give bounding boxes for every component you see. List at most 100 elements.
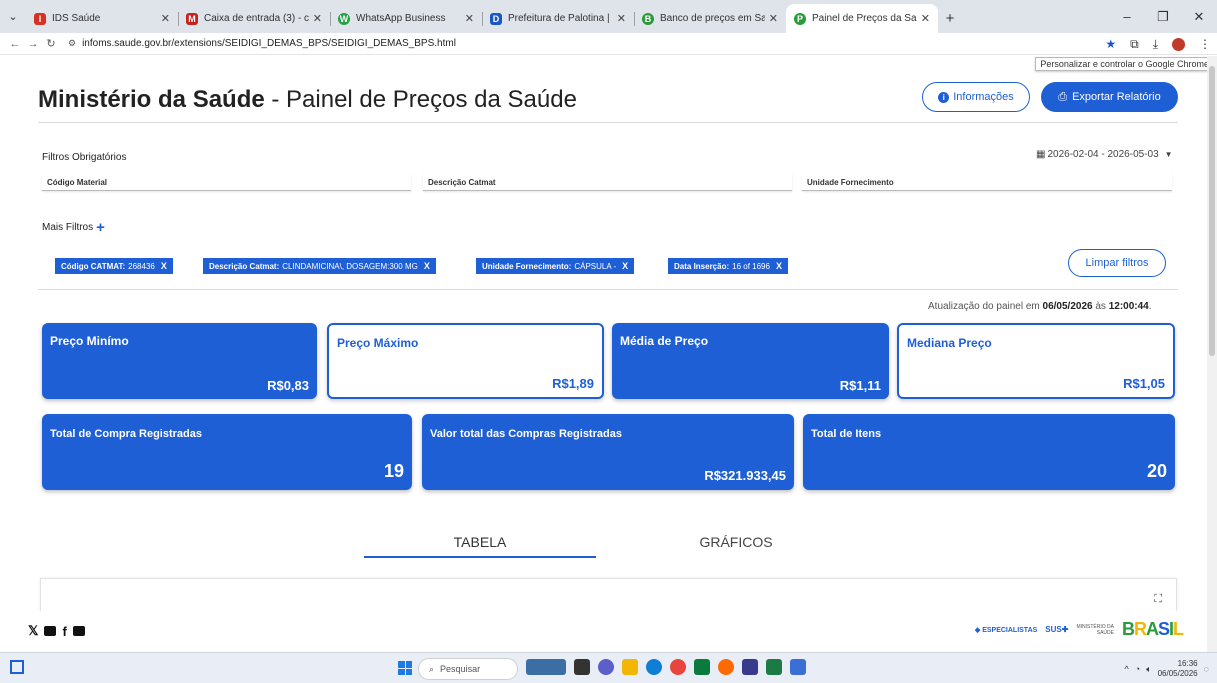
url-field[interactable]: ⚙ infoms.saude.gov.br/extensions/SEIDIGI…: [68, 38, 456, 49]
download-icon[interactable]: ⤓: [1153, 37, 1158, 52]
1doc-icon: D: [490, 12, 502, 25]
browser-tab[interactable]: W WhatsApp Business ✕: [330, 4, 482, 33]
kpi-average-price: Média de Preço R$1,11: [612, 323, 889, 399]
filter-chip-catmat[interactable]: Código CATMAT: 268436 X: [55, 258, 173, 274]
browser-tab[interactable]: D Prefeitura de Palotina | 1Doc ✕: [482, 4, 634, 33]
clock[interactable]: 16:36 06/05/2026: [1158, 659, 1198, 679]
flickr-icon[interactable]: [72, 626, 85, 636]
page-title: Ministério da Saúde - Painel de Preços d…: [38, 86, 577, 113]
chrome-icon[interactable]: [670, 659, 686, 675]
file-explorer-icon[interactable]: [622, 659, 638, 675]
address-bar: ← → ↻ ⚙ infoms.saude.gov.br/extensions/S…: [0, 33, 1217, 55]
supply-unit-field[interactable]: Unidade Fornecimento: [802, 173, 1172, 191]
government-logos: ◆ ESPECIALISTAS SUS✚ MINISTÉRIO DA SAÚDE …: [974, 619, 1184, 640]
minimize-icon[interactable]: –: [1109, 9, 1145, 24]
remove-chip-icon[interactable]: X: [161, 261, 167, 271]
page-content: Ministério da Saúde - Painel de Preços d…: [0, 56, 1217, 652]
tab-close-icon[interactable]: ✕: [769, 12, 778, 25]
especialistas-logo: ◆ ESPECIALISTAS: [974, 626, 1038, 634]
app-icon[interactable]: [790, 659, 806, 675]
tab-close-icon[interactable]: ✕: [313, 12, 322, 25]
material-code-field[interactable]: Código Material: [42, 173, 411, 191]
widgets-icon[interactable]: [10, 660, 24, 674]
tab-title: Painel de Preços da Saúde: [812, 13, 917, 24]
caret-down-icon: ▼: [1164, 150, 1173, 159]
kpi-total-value: Valor total das Compras Registradas R$32…: [422, 414, 794, 490]
scrollbar-thumb[interactable]: [1209, 66, 1215, 356]
tab-charts[interactable]: GRÁFICOS: [620, 534, 852, 558]
gov-icon: B: [642, 12, 654, 25]
windows-taskbar: ⌕ Pesquisar ^ ◔ 🔈︎ 16:36 06/05/2026 ◌: [0, 652, 1217, 683]
expand-icon[interactable]: ⛶: [1154, 593, 1162, 606]
info-button[interactable]: i Informações: [922, 82, 1030, 112]
youtube-icon[interactable]: [44, 626, 57, 636]
tab-search-chevron-icon[interactable]: ⌄: [0, 0, 26, 33]
browser-tab-active[interactable]: P Painel de Preços da Saúde ✕: [786, 4, 938, 33]
tray-chevron-icon[interactable]: ^: [1125, 664, 1129, 674]
tab-close-icon[interactable]: ✕: [617, 12, 626, 25]
clear-filters-button[interactable]: Limpar filtros: [1068, 249, 1166, 277]
windows-start-icon[interactable]: [398, 661, 412, 675]
filter-chip-date[interactable]: Data Inserção: 16 of 1696 X: [668, 258, 788, 274]
system-tray: ^ ◔ 🔈︎ 16:36 06/05/2026 ◌: [1125, 659, 1209, 679]
catmat-description-field[interactable]: Descrição Catmat: [423, 173, 792, 191]
weather-icon[interactable]: [526, 659, 566, 675]
wifi-icon[interactable]: ◔: [1135, 664, 1140, 674]
close-window-icon[interactable]: ✕: [1181, 9, 1217, 25]
browser-tab[interactable]: B Banco de preços em Saúde ✕: [634, 4, 786, 33]
reload-icon[interactable]: ↻: [42, 37, 60, 50]
plus-icon: +: [96, 218, 105, 236]
restore-icon[interactable]: ❐: [1145, 9, 1181, 25]
volume-icon[interactable]: 🔈︎: [1146, 664, 1151, 675]
governo-brasil-logo: BRASIL: [1121, 619, 1184, 639]
export-report-button[interactable]: ⎙ Exportar Relatório: [1041, 82, 1178, 112]
tab-table[interactable]: TABELA: [364, 534, 596, 558]
app-icon[interactable]: [694, 659, 710, 675]
page-scrollbar[interactable]: [1207, 56, 1217, 652]
remove-chip-icon[interactable]: X: [424, 261, 430, 271]
last-update-text: Atualização do painel em 06/05/2026 às 1…: [928, 301, 1152, 312]
facebook-icon[interactable]: f: [62, 624, 66, 639]
notification-icon[interactable]: ◌: [1204, 664, 1209, 674]
x-twitter-icon[interactable]: 𝕏: [28, 623, 38, 639]
window-controls: – ❐ ✕: [1109, 0, 1217, 33]
divider: [38, 289, 1178, 290]
info-icon: i: [938, 91, 950, 103]
tab-close-icon[interactable]: ✕: [465, 12, 474, 25]
remove-chip-icon[interactable]: X: [622, 261, 628, 271]
firefox-icon[interactable]: [718, 659, 734, 675]
filter-chip-unit[interactable]: Unidade Fornecimento: CÁPSULA -X: [476, 258, 635, 274]
more-filters-toggle[interactable]: Mais Filtros +: [42, 218, 105, 236]
calendar-icon: ▦: [1036, 149, 1046, 160]
teams-icon[interactable]: [598, 659, 614, 675]
ministerio-saude-logo: MINISTÉRIO DA SAÚDE: [1076, 623, 1114, 636]
task-view-icon[interactable]: [574, 659, 590, 675]
url-text: infoms.saude.gov.br/extensions/SEIDIGI_D…: [82, 38, 456, 49]
filter-chip-description[interactable]: Descrição Catmat: CLINDAMICINA\, DOSAGEM:…: [203, 258, 436, 274]
app-icon[interactable]: [742, 659, 758, 675]
browser-tab[interactable]: I IDS Saúde ✕: [26, 4, 178, 33]
tab-favicon-icon: I: [34, 12, 46, 25]
new-tab-button[interactable]: +: [938, 4, 962, 33]
excel-icon[interactable]: [766, 659, 782, 675]
tab-title: Banco de preços em Saúde: [660, 13, 765, 24]
edge-icon[interactable]: [646, 659, 662, 675]
menu-kebab-icon[interactable]: ⋮: [1199, 37, 1211, 51]
bookmark-star-icon[interactable]: ★: [1105, 37, 1116, 51]
date-range-picker[interactable]: ▦ 2026-02-04 - 2026-05-03 ▼: [1036, 149, 1173, 160]
browser-tab[interactable]: M Caixa de entrada (3) - caf.paloti ✕: [178, 4, 330, 33]
back-icon[interactable]: ←: [6, 38, 24, 50]
extensions-icon[interactable]: ⧉: [1130, 37, 1139, 52]
tab-title: IDS Saúde: [52, 13, 101, 24]
remove-chip-icon[interactable]: X: [776, 261, 782, 271]
mandatory-filters-label: Filtros Obrigatórios: [42, 152, 127, 163]
forward-icon[interactable]: →: [24, 38, 42, 50]
tab-close-icon[interactable]: ✕: [161, 12, 170, 25]
site-info-icon[interactable]: ⚙: [68, 38, 76, 49]
gmail-icon: M: [186, 12, 198, 25]
tab-close-icon[interactable]: ✕: [921, 12, 930, 25]
kpi-median-price: Mediana Preço R$1,05: [897, 323, 1175, 399]
profile-avatar[interactable]: [1172, 37, 1185, 51]
taskbar-search[interactable]: ⌕ Pesquisar: [418, 658, 518, 680]
kpi-max-price: Preço Máximo R$1,89: [327, 323, 604, 399]
